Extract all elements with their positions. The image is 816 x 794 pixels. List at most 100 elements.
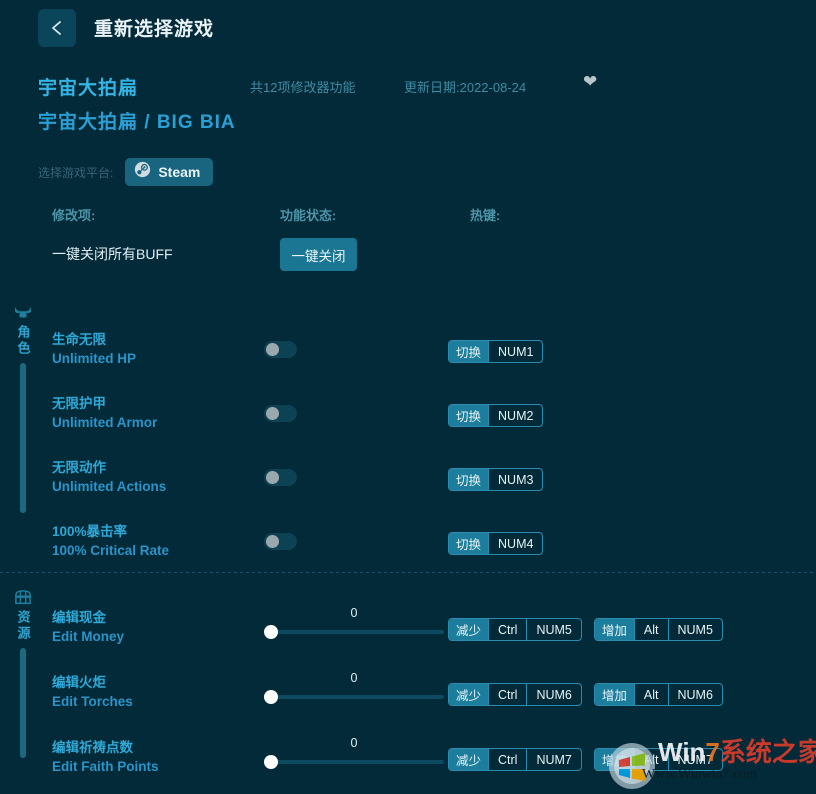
chevron-left-icon — [49, 19, 65, 37]
cheat-slider[interactable]: 0 — [264, 736, 444, 776]
section-character: 角色 生命无限 Unlimited HP 切换 NUM1 无限护甲 Unlimited A… — [0, 305, 816, 560]
cheat-label-en: Edit Torches — [52, 694, 133, 709]
game-title-full: 宇宙大拍扁 / BIG BIA — [38, 112, 236, 133]
hotkey-key: NUM7 — [667, 749, 722, 770]
platform-name: Steam — [158, 164, 201, 180]
slider-value: 0 — [350, 736, 358, 750]
column-header-hotkey: 热键: — [470, 208, 501, 223]
hotkey-pill[interactable]: 减少 Ctrl NUM6 — [448, 683, 582, 706]
hotkey-key: NUM3 — [488, 469, 542, 490]
column-header-status: 功能状态: — [280, 208, 337, 223]
hotkey-pill[interactable]: 增加 Alt NUM6 — [593, 683, 723, 706]
cheat-slider[interactable]: 0 — [264, 671, 444, 711]
hotkey-key: Ctrl — [488, 684, 526, 705]
cheat-label: 100%暴击率 100% Critical Rate — [52, 522, 169, 560]
hotkey-key: NUM5 — [667, 619, 722, 640]
cheat-label-cn: 无限护甲 — [52, 396, 106, 411]
cheat-toggle[interactable] — [264, 469, 297, 486]
cheat-label-cn: 编辑祈祷点数 — [52, 740, 133, 755]
global-buff-button[interactable]: 一键关闭 — [280, 238, 357, 271]
game-title-cn: 宇宙大拍扁 — [38, 78, 139, 99]
toggle-knob — [266, 535, 279, 548]
cheat-label-en: Edit Money — [52, 629, 125, 644]
cheat-label-en: Unlimited Armor — [52, 415, 158, 430]
steam-icon — [134, 161, 151, 183]
hotkey-group: 减少 Ctrl NUM7 增加 Alt NUM7 — [448, 748, 723, 771]
hotkey-group: 切换 NUM2 — [448, 404, 544, 427]
cheat-row: 编辑祈祷点数 Edit Faith Points 0 减少 Ctrl NUM7 增加 Alt N… — [0, 728, 816, 792]
platform-label: 选择游戏平台: — [38, 165, 114, 180]
hotkey-key: Alt — [633, 619, 668, 640]
hotkey-key: Alt — [633, 749, 668, 770]
hotkey-pill[interactable]: 增加 Alt NUM7 — [593, 748, 723, 771]
hotkey-key: NUM7 — [526, 749, 580, 770]
cheat-row: 生命无限 Unlimited HP 切换 NUM1 — [0, 320, 816, 384]
hotkey-group: 切换 NUM4 — [448, 532, 544, 555]
hotkey-action: 增加 — [594, 684, 634, 705]
hotkey-key: NUM1 — [488, 341, 542, 362]
cheat-row: 100%暴击率 100% Critical Rate 切换 NUM4 — [0, 512, 816, 576]
heart-icon[interactable]: ❤ — [583, 73, 597, 90]
hotkey-pill[interactable]: 切换 NUM2 — [448, 404, 544, 427]
column-header-mod: 修改项: — [52, 208, 96, 223]
cheat-row: 无限护甲 Unlimited Armor 切换 NUM2 — [0, 384, 816, 448]
hotkey-pill[interactable]: 增加 Alt NUM5 — [593, 618, 723, 641]
hotkey-action: 增加 — [594, 619, 634, 640]
toggle-knob — [266, 343, 279, 356]
cheat-toggle[interactable] — [264, 533, 297, 550]
cheat-label-en: Unlimited Actions — [52, 479, 167, 494]
hotkey-action: 减少 — [449, 684, 489, 705]
section-resource: 资源 编辑现金 Edit Money 0 减少 Ctrl NUM5 增加 Alt NUM5 编辑火… — [0, 590, 816, 794]
update-date: 更新日期:2022-08-24 — [404, 80, 527, 95]
hotkey-action: 切换 — [449, 341, 489, 362]
cheat-row: 编辑现金 Edit Money 0 减少 Ctrl NUM5 增加 Alt NUM5 — [0, 598, 816, 662]
cheat-label-cn: 生命无限 — [52, 332, 106, 347]
slider-knob[interactable] — [264, 755, 278, 769]
hotkey-key: NUM6 — [667, 684, 722, 705]
cheat-label-en: 100% Critical Rate — [52, 543, 170, 558]
hotkey-pill[interactable]: 减少 Ctrl NUM5 — [448, 618, 582, 641]
cheat-label-cn: 无限动作 — [52, 460, 106, 475]
platform-selector: 选择游戏平台: Steam — [38, 158, 214, 186]
slider-track[interactable] — [268, 760, 444, 764]
hotkey-pill[interactable]: 切换 NUM3 — [448, 468, 544, 491]
hotkey-group: 减少 Ctrl NUM6 增加 Alt NUM6 — [448, 683, 723, 706]
hotkey-pill[interactable]: 切换 NUM4 — [448, 532, 544, 555]
slider-knob[interactable] — [264, 690, 278, 704]
back-button[interactable] — [38, 8, 76, 47]
cheat-label-cn: 编辑现金 — [52, 610, 106, 625]
cheat-label-cn: 编辑火炬 — [52, 675, 106, 690]
toggle-knob — [266, 407, 279, 420]
hotkey-action: 切换 — [449, 469, 489, 490]
top-bar: 重新选择游戏 — [0, 0, 816, 55]
cheat-label-en: Edit Faith Points — [52, 759, 159, 774]
slider-knob[interactable] — [264, 625, 278, 639]
character-helmet-icon — [13, 305, 33, 321]
cheat-slider[interactable]: 0 — [264, 606, 444, 646]
hotkey-pill[interactable]: 切换 NUM1 — [448, 340, 544, 363]
cheat-label: 编辑火炬 Edit Torches — [52, 673, 133, 711]
hotkey-action: 切换 — [449, 533, 489, 554]
game-info: 宇宙大拍扁 宇宙大拍扁 / BIG BIA 共12项修改器功能 更新日期:202… — [0, 55, 816, 133]
cheat-toggle[interactable] — [264, 405, 297, 422]
hotkey-key: Alt — [633, 684, 668, 705]
cheat-label-en: Unlimited HP — [52, 351, 137, 366]
hotkey-key: Ctrl — [488, 749, 526, 770]
global-buff-row: 一键关闭所有BUFF 一键关闭 — [0, 238, 816, 278]
slider-track[interactable] — [268, 630, 444, 634]
slider-value: 0 — [350, 671, 358, 685]
cheat-label: 无限动作 Unlimited Actions — [52, 458, 166, 496]
hotkey-pill[interactable]: 减少 Ctrl NUM7 — [448, 748, 582, 771]
cheat-toggle[interactable] — [264, 341, 297, 358]
platform-button-steam[interactable]: Steam — [125, 158, 214, 186]
cheat-label-cn: 100%暴击率 — [52, 524, 128, 539]
toggle-knob — [266, 471, 279, 484]
column-headers: 修改项: 功能状态: 热键: — [0, 205, 816, 225]
global-buff-label: 一键关闭所有BUFF — [52, 246, 173, 262]
hotkey-key: NUM2 — [488, 405, 542, 426]
slider-track[interactable] — [268, 695, 444, 699]
slider-value: 0 — [350, 606, 358, 620]
page-title: 重新选择游戏 — [94, 19, 215, 40]
cheat-label: 编辑现金 Edit Money — [52, 608, 124, 646]
hotkey-key: Ctrl — [488, 619, 526, 640]
